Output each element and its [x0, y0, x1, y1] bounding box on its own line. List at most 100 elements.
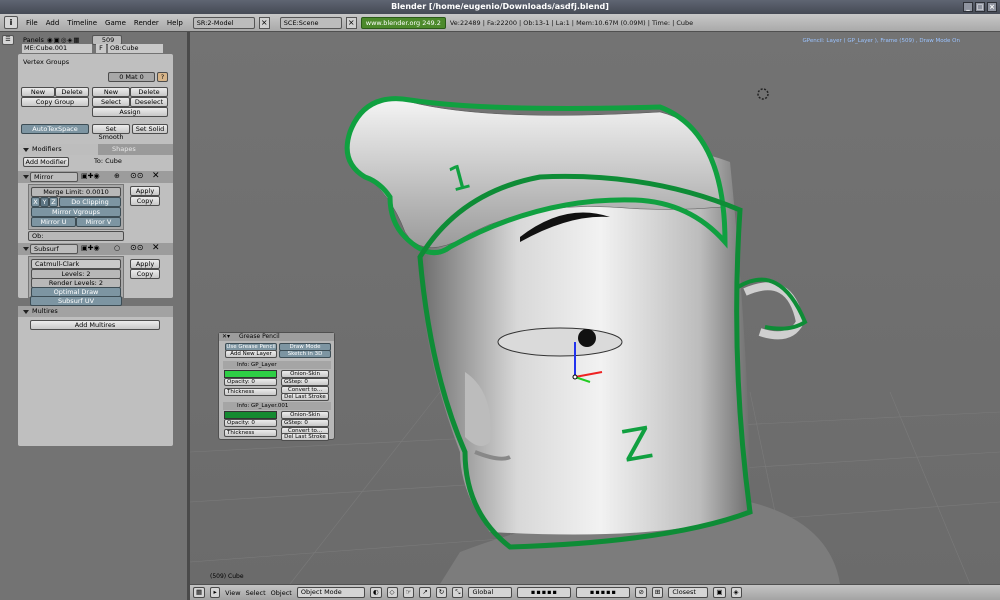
camera-icon[interactable]: ◈: [730, 587, 742, 598]
thickness-slider[interactable]: Thickness: [224, 388, 277, 396]
subsurf-modifier-header[interactable]: Subsurf ▣✚◉ ○ ⊙⊙ ✕: [18, 243, 173, 255]
do-clipping-toggle[interactable]: Do Clipping: [59, 197, 121, 207]
mirror-u-toggle[interactable]: Mirror U: [31, 217, 76, 227]
opacity-slider[interactable]: Opacity: 0: [224, 419, 277, 427]
cage-icon[interactable]: ⊕: [114, 172, 120, 180]
move-updown-icons[interactable]: ⊙⊙: [130, 171, 143, 180]
scene-select[interactable]: SCE:Scene: [279, 16, 342, 29]
assign-button[interactable]: Assign: [92, 107, 168, 117]
select-button[interactable]: Select: [92, 97, 130, 107]
tab-shapes[interactable]: Shapes: [98, 144, 173, 155]
add-multires-button[interactable]: Add Multires: [30, 320, 160, 330]
screen-delete-button[interactable]: ×: [258, 16, 270, 29]
copy-group-button[interactable]: Copy Group: [21, 97, 89, 107]
del-last-stroke-button[interactable]: Del Last Stroke: [281, 393, 329, 401]
remove-modifier-icon[interactable]: ✕: [152, 243, 160, 253]
menu-object[interactable]: Object: [271, 589, 292, 597]
new-vgroup-button[interactable]: New: [21, 87, 55, 97]
expand-icon[interactable]: [23, 175, 29, 179]
set-smooth-button[interactable]: Set Smooth: [92, 124, 130, 141]
material-help-button[interactable]: ?: [157, 72, 168, 82]
maximize-button[interactable]: □: [975, 2, 985, 12]
autotexspace-toggle[interactable]: AutoTexSpace: [21, 124, 89, 134]
cage-icon[interactable]: ○: [114, 244, 120, 252]
multires-header[interactable]: Multires: [18, 306, 173, 317]
mirror-object-field[interactable]: Ob:: [28, 231, 124, 241]
subsurf-name-field[interactable]: Subsurf: [30, 244, 78, 254]
delete-vgroup-button[interactable]: Delete: [55, 87, 89, 97]
delete-material-button[interactable]: Delete: [130, 87, 168, 97]
menu-game[interactable]: Game: [105, 19, 126, 27]
expand-icon[interactable]: [23, 247, 29, 251]
thickness-slider[interactable]: Thickness: [224, 429, 277, 437]
menu-timeline[interactable]: Timeline: [67, 19, 97, 27]
mode-select[interactable]: Object Mode: [296, 587, 365, 598]
context-icons[interactable]: ◉▣◎◈▦: [47, 36, 81, 44]
axis-x-toggle[interactable]: X: [31, 197, 40, 207]
onion-skin-toggle[interactable]: Onion-Skin: [281, 370, 329, 378]
fake-user-toggle[interactable]: F: [96, 44, 106, 53]
collapse-icon[interactable]: [23, 148, 29, 152]
menu-help[interactable]: Help: [167, 19, 183, 27]
subsurf-copy-button[interactable]: Copy: [130, 269, 160, 279]
orientation-select[interactable]: Global: [468, 587, 513, 598]
snap-icon[interactable]: ⊞: [651, 587, 664, 598]
deselect-button[interactable]: Deselect: [130, 97, 168, 107]
editor-type-icon[interactable]: ▦: [193, 587, 206, 598]
modifier-display-icons[interactable]: ▣✚◉: [81, 172, 100, 180]
menu-file[interactable]: File: [26, 19, 38, 27]
onion-skin-toggle[interactable]: Onion-Skin: [281, 411, 329, 419]
menu-add[interactable]: Add: [46, 19, 60, 27]
frame-field[interactable]: 509: [91, 34, 122, 45]
gstep-field[interactable]: GStep: 0: [281, 419, 329, 427]
axis-y-toggle[interactable]: Y: [40, 197, 49, 207]
rotate-icon[interactable]: ↻: [435, 587, 448, 598]
subsurf-uv-toggle[interactable]: Subsurf UV: [30, 296, 122, 306]
gp-layer-1-header[interactable]: Info: GP_Layer: [223, 361, 331, 369]
layer-buttons[interactable]: ▪▪▪▪▪: [517, 587, 572, 598]
layer-buttons-2[interactable]: ▪▪▪▪▪: [576, 587, 631, 598]
layer-name[interactable]: Info: GP_Layer.001: [237, 403, 288, 409]
close-button[interactable]: ×: [987, 2, 997, 12]
translate-icon[interactable]: ↗: [419, 587, 431, 598]
mirror-vgroups-toggle[interactable]: Mirror Vgroups: [31, 207, 121, 217]
new-material-button[interactable]: New: [92, 87, 130, 97]
layer-1-color-swatch[interactable]: [224, 370, 277, 378]
mirror-copy-button[interactable]: Copy: [130, 196, 160, 206]
add-modifier-button[interactable]: Add Modifier: [23, 157, 69, 167]
layer-name[interactable]: Info: GP_Layer: [237, 362, 277, 368]
move-updown-icons[interactable]: ⊙⊙: [130, 243, 143, 252]
layer-2-color-swatch[interactable]: [224, 411, 277, 419]
merge-limit-field[interactable]: Merge Limit: 0.0010: [31, 187, 121, 197]
render-preview-icon[interactable]: ▣: [713, 587, 726, 598]
menu-select[interactable]: Select: [246, 589, 266, 597]
menu-render[interactable]: Render: [134, 19, 159, 27]
scale-icon[interactable]: ⤡: [452, 587, 464, 598]
mesh-name-field[interactable]: ME:Cube.001: [22, 44, 92, 53]
modifier-display-icons[interactable]: ▣✚◉: [81, 244, 100, 252]
screen-select[interactable]: SR:2-Model: [192, 16, 255, 29]
subsurf-apply-button[interactable]: Apply: [130, 259, 160, 269]
blender-link[interactable]: www.blender.org 249.2: [360, 16, 446, 29]
sketch-in-3d-toggle[interactable]: Sketch in 3D: [279, 350, 331, 358]
window-type-icon[interactable]: ☰: [2, 34, 14, 45]
gp-layer-2-header[interactable]: Info: GP_Layer.001: [223, 402, 331, 410]
del-last-stroke-button[interactable]: Del Last Stroke: [281, 433, 329, 441]
material-index-field[interactable]: 0 Mat 0: [108, 72, 155, 82]
menu-view[interactable]: View: [225, 589, 240, 597]
tab-modifiers[interactable]: Modifiers: [18, 144, 98, 155]
snap-mode-select[interactable]: Closest: [668, 587, 709, 598]
3d-viewport[interactable]: 1 Z GPencil: Layer ( GP_Layer ), Frame (…: [190, 32, 1000, 584]
object-name-field[interactable]: OB:Cube: [108, 44, 163, 53]
remove-modifier-icon[interactable]: ✕: [152, 171, 160, 181]
set-solid-button[interactable]: Set Solid: [132, 124, 168, 134]
manipulator-icon[interactable]: ☞: [402, 587, 415, 598]
pivot-icon[interactable]: ◇: [386, 587, 398, 598]
mirror-modifier-header[interactable]: Mirror ▣✚◉ ⊕ ⊙⊙ ✕: [18, 171, 173, 183]
scene-delete-button[interactable]: ×: [345, 16, 357, 29]
mirror-v-toggle[interactable]: Mirror V: [76, 217, 121, 227]
close-panel-icon[interactable]: ✕▾: [222, 333, 230, 340]
info-icon[interactable]: i: [4, 16, 18, 29]
lock-icon[interactable]: ⊘: [635, 587, 647, 598]
minimize-button[interactable]: _: [963, 2, 973, 12]
